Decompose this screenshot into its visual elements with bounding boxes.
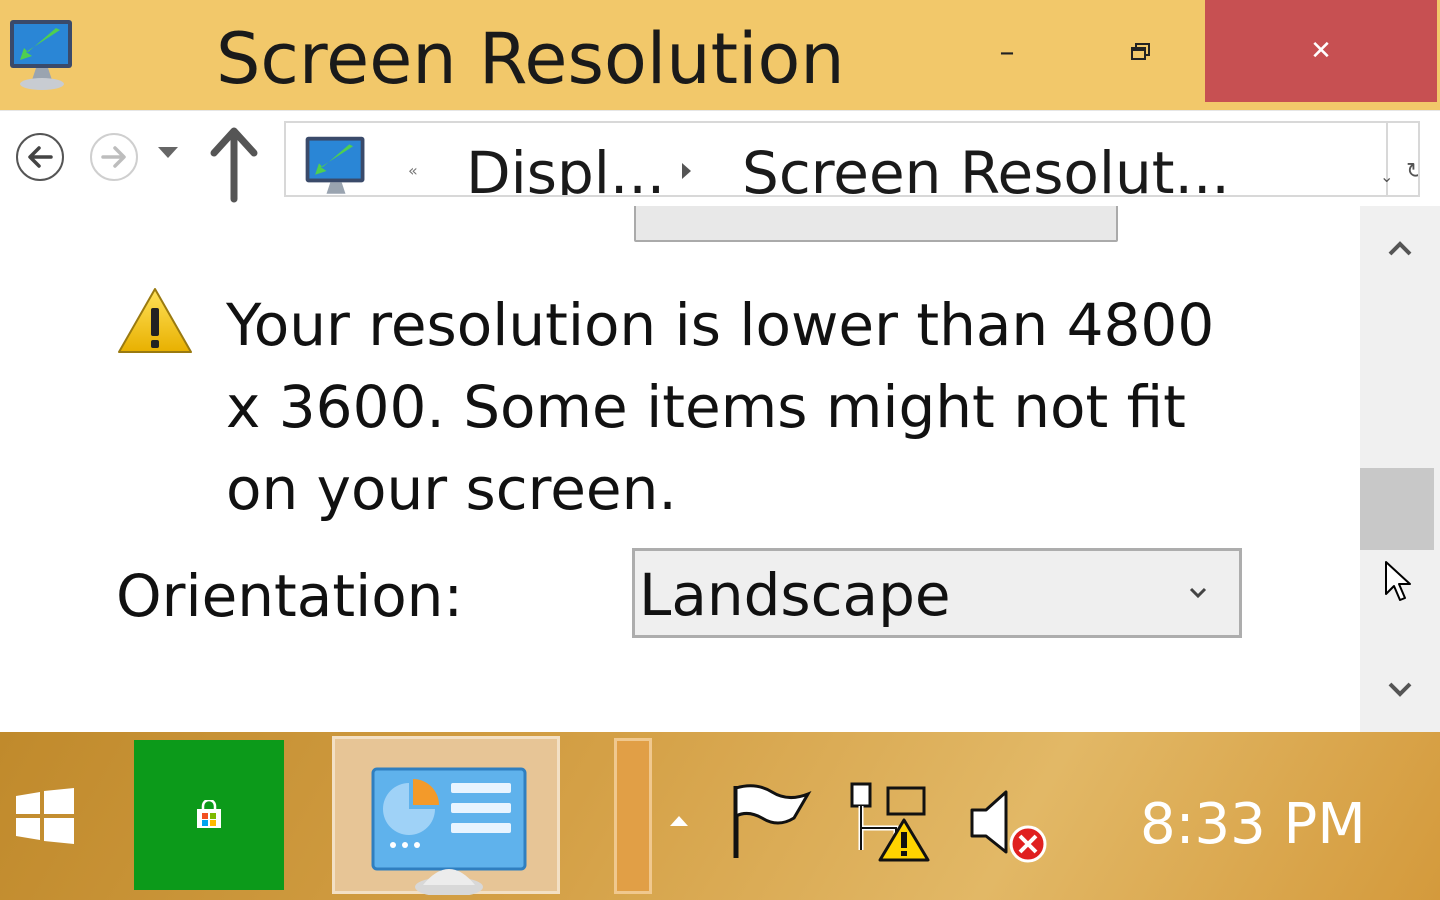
store-taskbar-button[interactable]	[134, 740, 284, 890]
resolution-dropdown[interactable]: 1440 × 900	[634, 206, 1118, 242]
breadcrumb-screen-resolution[interactable]: Screen Resolut...	[742, 135, 1230, 195]
recent-locations-button[interactable]	[158, 147, 178, 158]
warning-icon	[118, 288, 192, 353]
address-overflow-icon[interactable]: «	[408, 161, 418, 180]
store-bag-icon	[197, 800, 221, 828]
refresh-icon[interactable]: ↻	[1406, 159, 1418, 184]
flag-icon[interactable]	[728, 780, 812, 860]
vertical-scrollbar[interactable]	[1360, 206, 1440, 732]
show-hidden-icons-button[interactable]	[670, 816, 688, 826]
back-button[interactable]	[16, 133, 64, 181]
forward-button[interactable]	[90, 133, 138, 181]
display-settings-icon	[10, 20, 72, 90]
close-icon: ✕	[1310, 36, 1332, 66]
orientation-value: Landscape	[639, 561, 951, 629]
address-bar[interactable]: « Displ... Screen Resolut... ⌄ ↻	[284, 121, 1420, 197]
display-settings-icon	[305, 136, 365, 194]
minimize-icon: –	[999, 34, 1015, 70]
resolution-value: 1440 × 900	[658, 206, 990, 219]
navigation-bar: « Displ... Screen Resolut... ⌄ ↻	[0, 110, 1440, 207]
scrollbar-thumb[interactable]	[1360, 468, 1434, 550]
scroll-up-icon[interactable]	[1384, 234, 1416, 264]
window-title: Screen Resolution	[216, 18, 845, 100]
minimize-button[interactable]: –	[962, 0, 1052, 104]
taskbar: 8:33 PM	[0, 732, 1440, 900]
back-arrow-icon	[28, 146, 53, 168]
breadcrumb-display[interactable]: Displ...	[466, 135, 665, 195]
windows-logo-icon[interactable]	[16, 788, 74, 844]
title-bar[interactable]: Screen Resolution – ✕	[0, 0, 1440, 110]
taskbar-clock[interactable]: 8:33 PM	[1140, 792, 1366, 857]
forward-arrow-icon	[101, 146, 126, 168]
control-panel-taskbar-button[interactable]	[332, 736, 560, 895]
restore-icon	[1131, 43, 1150, 60]
up-arrow-icon[interactable]	[208, 123, 260, 203]
chevron-down-icon	[1189, 587, 1207, 599]
control-panel-icon	[371, 767, 527, 895]
address-dropdown-icon[interactable]: ⌄	[1380, 167, 1393, 186]
close-button[interactable]: ✕	[1205, 0, 1437, 102]
speaker-muted-icon[interactable]	[968, 782, 1050, 864]
resolution-label: Resolution:	[116, 206, 427, 219]
orientation-label: Orientation:	[116, 562, 463, 630]
orientation-dropdown[interactable]: Landscape	[632, 548, 1242, 638]
taskbar-button-partial[interactable]	[614, 738, 652, 894]
maximize-button[interactable]	[1096, 0, 1186, 104]
breadcrumb-separator-icon[interactable]	[682, 163, 691, 179]
mouse-cursor-icon	[1385, 561, 1411, 601]
resolution-warning-text: Your resolution is lower than 4800 x 360…	[226, 291, 1215, 523]
network-warning-icon[interactable]	[848, 780, 932, 862]
scroll-down-icon[interactable]	[1384, 674, 1416, 704]
settings-content: Resolution: 1440 × 900 Your resolution i…	[0, 206, 1360, 732]
